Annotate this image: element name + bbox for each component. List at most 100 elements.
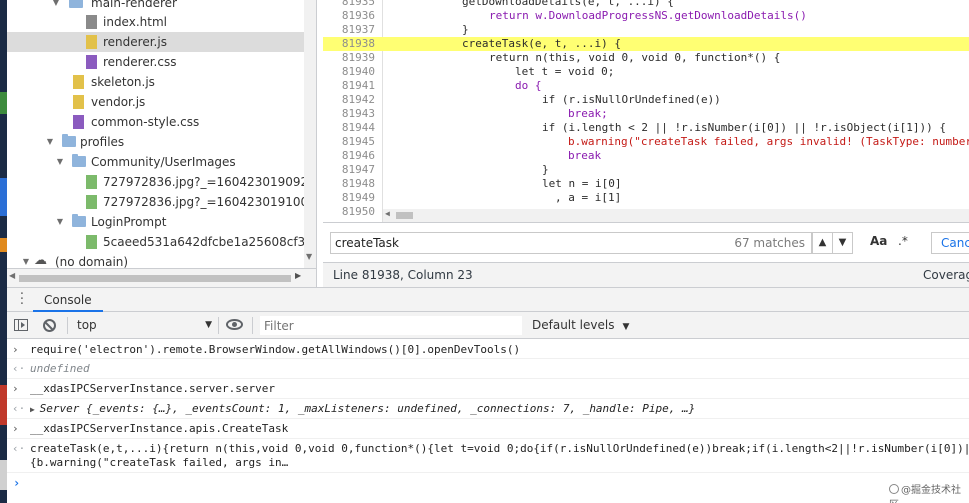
tree-folder-loginprompt[interactable]: ▼ LoginPrompt (7, 212, 316, 232)
match-case-button[interactable]: Aa (870, 234, 887, 248)
tree-file-vendor-js[interactable]: vendor.js (7, 92, 316, 112)
scrollbar-thumb[interactable] (19, 275, 291, 282)
code-line[interactable]: 81947} (323, 163, 969, 177)
code-text: break (568, 149, 602, 162)
code-editor[interactable]: 81935 getDownloadDetails(e, t, ...i) { 81… (323, 0, 969, 222)
expand-arrow-icon[interactable]: ▼ (55, 152, 65, 172)
tab-console[interactable]: Console (33, 288, 103, 312)
tree-horizontal-scrollbar[interactable]: ◀ ▶ (7, 268, 317, 287)
tree-file-skeleton-js[interactable]: skeleton.js (7, 72, 316, 92)
tree-file-image[interactable]: 727972836.jpg?_=1604230191000 (7, 192, 316, 212)
console-input-entry[interactable]: › __xdasIPCServerInstance.server.server (7, 379, 969, 399)
coverage-label[interactable]: Coverage (923, 263, 969, 287)
context-value: top (77, 318, 97, 332)
code-text: b.warning("createTask failed, args inval… (568, 135, 969, 148)
editor-horizontal-scrollbar[interactable]: ◀ (383, 209, 969, 222)
tree-label: vendor.js (91, 95, 146, 109)
console-filter-input[interactable] (260, 316, 522, 335)
line-number: 81935 (341, 0, 375, 8)
code-line[interactable]: 81940 let t = void 0; (323, 65, 969, 79)
console-result-entry: ‹· createTask(e,t,...i){return n(this,vo… (7, 439, 969, 473)
find-input[interactable] (335, 236, 715, 250)
clear-console-icon[interactable] (43, 319, 56, 332)
console-messages[interactable]: › require('electron').remote.BrowserWind… (7, 339, 969, 503)
chevron-up-icon: ▲ (818, 237, 827, 248)
show-sidebar-icon[interactable] (14, 319, 28, 331)
scroll-left-arrow-icon[interactable]: ◀ (385, 209, 390, 218)
input-chevron-icon: › (12, 422, 19, 435)
code-line[interactable]: 81941 do { (323, 79, 969, 93)
scrollbar-thumb[interactable] (396, 212, 413, 219)
desktop-app-icon (0, 92, 7, 114)
line-number: 81937 (341, 23, 375, 36)
tree-file-renderer-js[interactable]: renderer.js (7, 32, 304, 52)
console-result: undefined (30, 362, 90, 375)
expand-triangle-icon[interactable]: ▶ (30, 405, 40, 414)
scroll-left-arrow-icon[interactable]: ◀ (9, 271, 15, 280)
toolbar-divider (218, 317, 219, 334)
folder-icon (72, 154, 86, 167)
code-line[interactable]: 81944 if (i.length < 2 || !r.isNumber(i[0… (323, 121, 969, 135)
context-selector[interactable]: top ▼ (77, 316, 212, 335)
code-text: return w.DownloadProgressNS.getDownloadD… (489, 9, 807, 22)
console-result-object[interactable]: ▶ Server {_events: {…}, _eventsCount: 1,… (30, 402, 695, 415)
console-input-entry[interactable]: › require('electron').remote.BrowserWind… (7, 339, 969, 359)
code-line[interactable]: 81942 if (r.isNullOrUndefined(e)) (323, 93, 969, 107)
tree-label: profiles (80, 135, 125, 149)
toolbar-divider (252, 317, 253, 334)
tree-vertical-scrollbar[interactable]: ▼ (304, 0, 316, 268)
code-line[interactable]: 81943 break; (323, 107, 969, 121)
code-line[interactable]: 81945 b.warning("createTask failed, args … (323, 135, 969, 149)
code-line[interactable]: 81935 getDownloadDetails(e, t, ...i) { (323, 0, 969, 9)
code-line[interactable]: 81949 , a = i[1] (323, 191, 969, 205)
console-input-entry[interactable]: › __xdasIPCServerInstance.apis.CreateTas… (7, 419, 969, 439)
code-line[interactable]: 81939 return n(this, void 0, void 0, func… (323, 51, 969, 65)
tree-file-common-style-css[interactable]: common-style.css (7, 112, 316, 132)
desktop-app-icon (0, 385, 7, 425)
tree-file-renderer-css[interactable]: renderer.css (7, 52, 316, 72)
tree-file-image[interactable]: 5caeed531a642dfcbe1a25608cf32b76. (7, 232, 316, 252)
live-expression-eye-icon[interactable] (226, 319, 243, 330)
cloud-icon: ☁ (34, 253, 47, 268)
scroll-down-arrow-icon[interactable]: ▼ (306, 252, 312, 261)
cancel-button[interactable]: Canc (931, 232, 969, 254)
tree-file-index-html[interactable]: index.html (7, 12, 316, 32)
tree-label: renderer.css (103, 55, 177, 69)
line-number: 81938 (341, 37, 375, 50)
line-number: 81936 (341, 9, 375, 22)
find-input-box[interactable]: 67 matches (330, 232, 812, 254)
more-tools-icon[interactable]: · · · (17, 288, 27, 311)
result-arrow-icon: ‹· (12, 402, 26, 415)
scroll-right-arrow-icon[interactable]: ▶ (295, 271, 301, 280)
code-line[interactable]: 81936 return w.DownloadProgressNS.getDown… (323, 9, 969, 23)
previous-match-button[interactable]: ▲ (812, 232, 833, 254)
find-bar: 67 matches ▲ ▼ Aa .* Canc (323, 222, 969, 262)
line-number: 81944 (341, 121, 375, 134)
expand-arrow-icon[interactable]: ▼ (21, 252, 31, 268)
code-text: do { (515, 79, 542, 92)
drawer-tab-bar: · · · Console (7, 287, 969, 312)
code-text: if (r.isNullOrUndefined(e)) (542, 93, 721, 106)
code-line[interactable]: 81948 let n = i[0] (323, 177, 969, 191)
line-number: 81950 (341, 205, 375, 218)
cursor-position: Line 81938, Column 23 (333, 268, 473, 282)
console-result-function: createTask(e,t,...i){return n(this,void … (30, 442, 969, 455)
expand-arrow-icon[interactable]: ▼ (45, 132, 55, 152)
regex-button[interactable]: .* (898, 234, 908, 248)
line-number: 81942 (341, 93, 375, 106)
expand-arrow-icon[interactable]: ▼ (55, 212, 65, 232)
code-line[interactable]: 81937} (323, 23, 969, 37)
log-levels-dropdown[interactable]: Default levels ▼ (532, 316, 629, 335)
code-text: createTask(e, t, ...i) { (462, 37, 621, 50)
code-line-current[interactable]: 81938 createTask(e, t, ...i) { (323, 37, 969, 51)
console-result-entry[interactable]: ‹· ▶ Server {_events: {…}, _eventsCount:… (7, 399, 969, 419)
tree-file-image[interactable]: 727972836.jpg?_=1604230190926 (7, 172, 316, 192)
next-match-button[interactable]: ▼ (832, 232, 853, 254)
console-prompt[interactable]: › (7, 473, 969, 503)
tree-folder-community-userimages[interactable]: ▼ Community/UserImages (7, 152, 316, 172)
tree-domain-none[interactable]: ▼ ☁ (no domain) (7, 252, 316, 268)
tree-folder-profiles[interactable]: ▼ profiles (7, 132, 316, 152)
code-line[interactable]: 81946 break (323, 149, 969, 163)
prompt-chevron-icon: › (13, 476, 21, 490)
desktop-app-icon (0, 460, 7, 490)
